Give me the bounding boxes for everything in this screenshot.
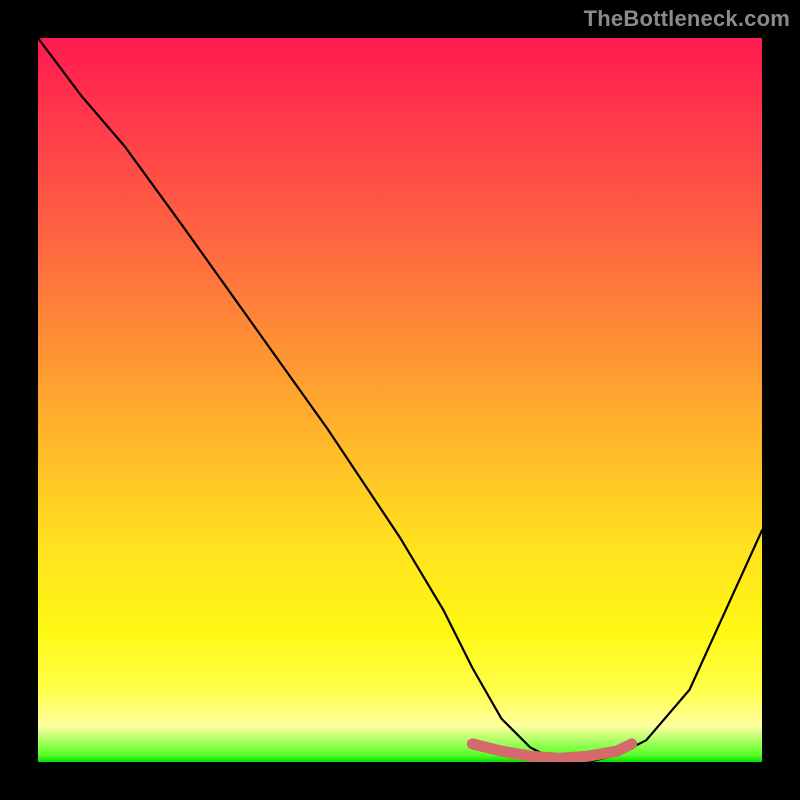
trough-highlight (472, 744, 631, 759)
plot-area (38, 38, 762, 762)
bottleneck-curve (38, 38, 762, 762)
curve-layer (38, 38, 762, 762)
watermark-text: TheBottleneck.com (584, 6, 790, 32)
chart-frame: TheBottleneck.com (0, 0, 800, 800)
